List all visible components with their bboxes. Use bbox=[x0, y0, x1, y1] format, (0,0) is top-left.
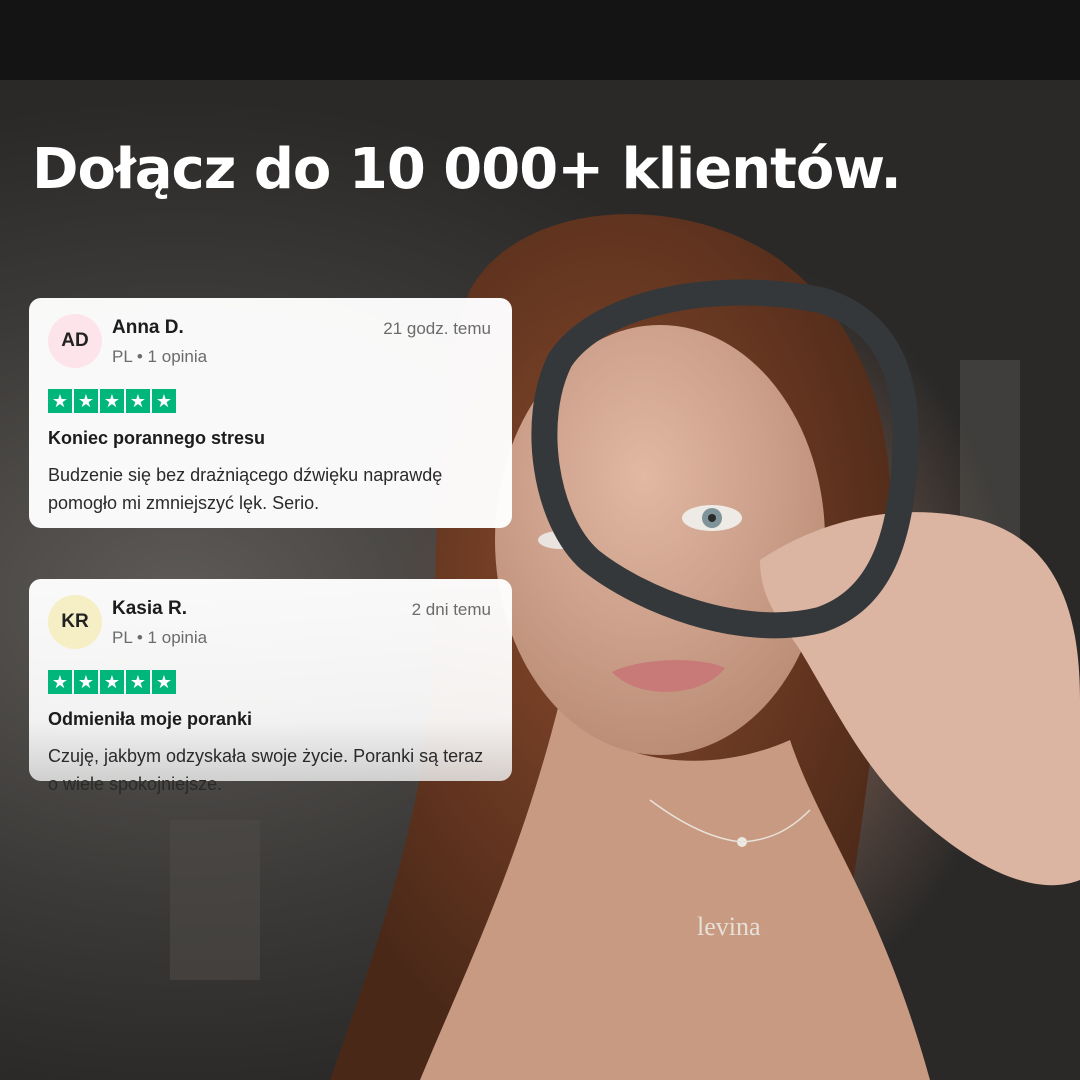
headline: Dołącz do 10 000+ klientów. bbox=[32, 137, 902, 202]
review-time: 2 dni temu bbox=[411, 600, 491, 619]
reviewer-meta: PL • 1 opinia bbox=[112, 628, 208, 647]
review-card: KR Kasia R. PL • 1 opinia 2 dni temu ★ ★… bbox=[29, 579, 512, 794]
star-rating: ★ ★ ★ ★ ★ bbox=[48, 670, 176, 694]
right-pupil bbox=[708, 514, 716, 522]
ad-canvas: levina Dołącz do 10 000+ klientów. AD An… bbox=[0, 0, 1080, 1080]
review-title: Koniec porannego stresu bbox=[48, 428, 266, 448]
star-icon: ★ bbox=[48, 389, 72, 413]
necklace-text: levina bbox=[697, 912, 761, 941]
background-wall bbox=[0, 0, 1080, 80]
star-icon: ★ bbox=[126, 389, 150, 413]
review-body: Czuję, jakbym odzyskała swoje życie. Por… bbox=[48, 746, 484, 794]
star-icon: ★ bbox=[152, 389, 176, 413]
avatar: AD bbox=[48, 314, 102, 368]
reviewer-name: Anna D. bbox=[112, 317, 184, 338]
star-icon: ★ bbox=[48, 670, 72, 694]
star-icon: ★ bbox=[100, 389, 124, 413]
star-icon: ★ bbox=[74, 670, 98, 694]
review-card: AD Anna D. PL • 1 opinia 21 godz. temu ★… bbox=[29, 298, 512, 528]
reviewer-name: Kasia R. bbox=[112, 598, 187, 619]
avatar: KR bbox=[48, 595, 102, 649]
star-rating: ★ ★ ★ ★ ★ bbox=[48, 389, 176, 413]
doorway-left bbox=[170, 820, 260, 980]
review-title: Odmieniła moje poranki bbox=[48, 709, 253, 729]
review-body: Budzenie się bez drażniącego dźwięku nap… bbox=[48, 465, 443, 513]
star-icon: ★ bbox=[152, 670, 176, 694]
reviewer-meta: PL • 1 opinia bbox=[112, 347, 208, 366]
star-icon: ★ bbox=[100, 670, 124, 694]
star-icon: ★ bbox=[74, 389, 98, 413]
review-time: 21 godz. temu bbox=[383, 319, 491, 338]
star-icon: ★ bbox=[126, 670, 150, 694]
